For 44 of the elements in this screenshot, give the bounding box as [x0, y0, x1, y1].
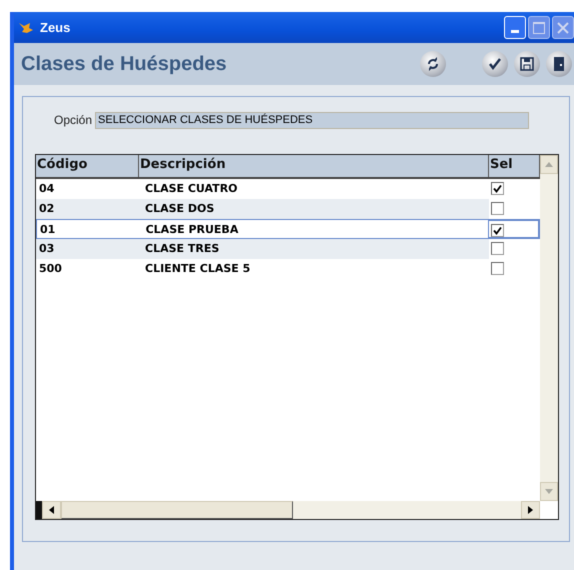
- horizontal-scrollbar[interactable]: [35, 501, 559, 520]
- scroll-thumb[interactable]: [61, 501, 293, 519]
- scrollbar-corner: [540, 501, 558, 519]
- scroll-left-button[interactable]: [42, 501, 61, 519]
- checkbox[interactable]: [491, 224, 504, 237]
- window-title: Zeus: [40, 20, 72, 35]
- description-cell-text: CLASE TRES: [144, 241, 220, 257]
- column-header[interactable]: Código: [36, 155, 139, 177]
- form-title: Clases de Huéspedes: [21, 52, 228, 76]
- table-row[interactable]: 03 CLASE TRES: [36, 239, 540, 259]
- down-arrow-icon: [545, 489, 553, 494]
- refresh-button[interactable]: [420, 51, 446, 77]
- close-icon: [557, 22, 569, 34]
- checkbox[interactable]: [491, 182, 504, 195]
- code-cell-text: 02: [38, 201, 56, 217]
- description-cell-text: CLASE DOS: [144, 201, 216, 217]
- exit-button[interactable]: [546, 51, 572, 77]
- minimize-button[interactable]: [504, 16, 526, 39]
- check-icon: [488, 57, 502, 71]
- description-cell-text: CLASE CUATRO: [144, 181, 239, 197]
- description-cell-text: CLASE PRUEBA: [144, 222, 240, 238]
- code-cell-text: 500: [38, 261, 63, 277]
- scroll-right-button[interactable]: [521, 501, 540, 519]
- option-field: SELECCIONAR CLASES DE HUÉSPEDES: [95, 112, 530, 128]
- save-button[interactable]: [514, 51, 540, 77]
- accept-button[interactable]: [482, 51, 508, 77]
- column-header[interactable]: Descripción: [139, 155, 489, 177]
- right-arrow-icon: [528, 506, 533, 514]
- left-arrow-icon: [49, 506, 54, 514]
- description-cell-text: CLIENTE CLASE 5: [144, 261, 252, 277]
- checkbox[interactable]: [491, 242, 504, 255]
- option-label: Opción: [54, 113, 92, 127]
- scrollbar-edge: [36, 501, 42, 519]
- up-arrow-icon: [545, 162, 553, 167]
- code-cell-text: 04: [38, 181, 56, 197]
- code-cell-text: 01: [39, 222, 56, 238]
- door-icon: [553, 57, 565, 71]
- floppy-icon: [520, 57, 534, 71]
- table-row[interactable]: 02 CLASE DOS: [36, 199, 540, 219]
- refresh-icon: [426, 57, 440, 71]
- table-row[interactable]: 01 CLASE PRUEBA: [36, 219, 540, 239]
- checkbox[interactable]: [491, 202, 504, 215]
- checkbox[interactable]: [491, 262, 504, 275]
- code-cell-text: 03: [38, 241, 56, 257]
